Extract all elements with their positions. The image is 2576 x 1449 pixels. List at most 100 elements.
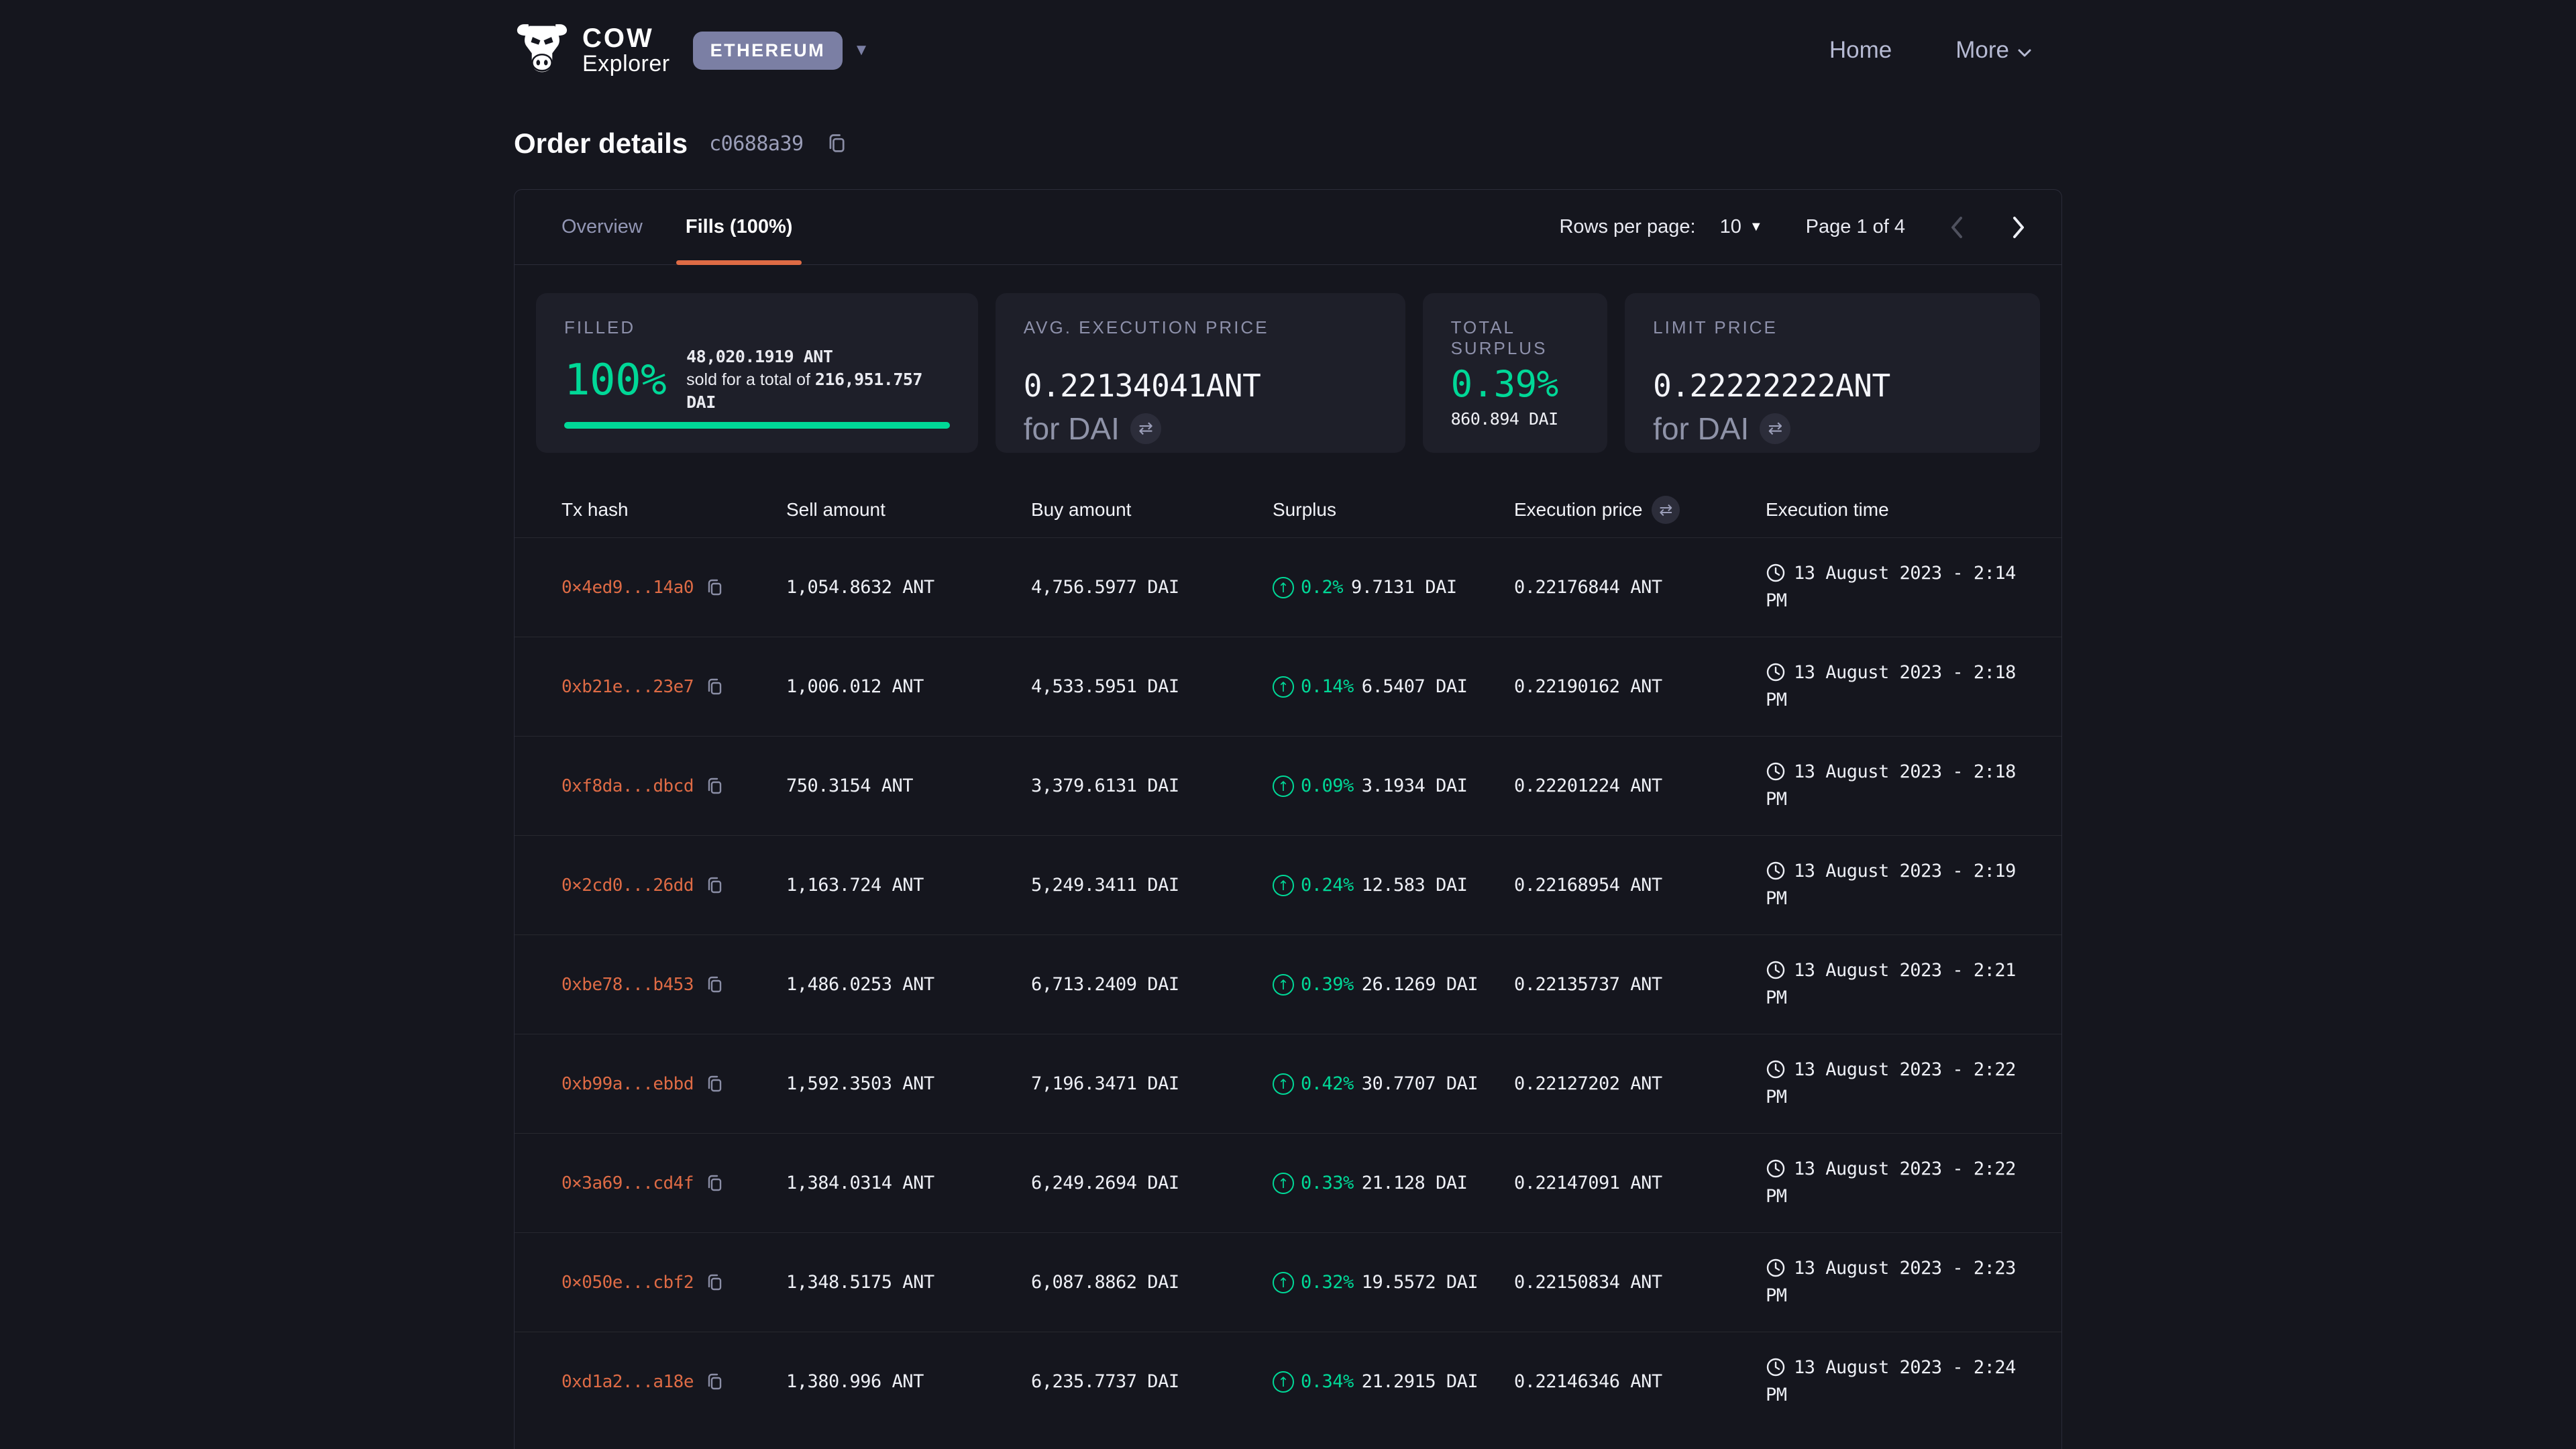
buy-amount-cell: 5,249.3411 DAI <box>1031 875 1273 896</box>
execution-price-cell: 0.22150834 ANT <box>1514 1272 1766 1293</box>
total-surplus-card: TOTAL SURPLUS 0.39% 860.894 DAI <box>1423 293 1608 453</box>
copy-tx-hash-button[interactable] <box>704 875 724 896</box>
execution-price-cell: 0.22168954 ANT <box>1514 875 1766 896</box>
tx-hash-link[interactable]: 0×3a69...cd4f <box>561 1173 694 1193</box>
surplus-percent: 0.33% <box>1301 1173 1354 1193</box>
copy-tx-hash-button[interactable] <box>704 1074 724 1094</box>
copy-tx-hash-button[interactable] <box>704 1273 724 1293</box>
fills-table-header: Tx hash Sell amount Buy amount Surplus E… <box>515 482 2061 537</box>
table-row: 0xb21e...23e7 1,006.012 ANT 4,533.5951 D… <box>515 637 2061 736</box>
table-row: 0×3a69...cd4f 1,384.0314 ANT 6,249.2694 … <box>515 1133 2061 1232</box>
avg-execution-price-value: 0.22134041ANT <box>1024 368 1377 404</box>
execution-price-cell: 0.22176844 ANT <box>1514 577 1766 598</box>
next-page-button[interactable] <box>2007 211 2031 244</box>
surplus-cell: ↑ 0.14% 6.5407 DAI <box>1273 676 1514 698</box>
surplus-cell: ↑ 0.34% 21.2915 DAI <box>1273 1371 1514 1393</box>
column-sell-amount: Sell amount <box>786 499 1031 521</box>
limit-price-unit: for DAI <box>1653 411 1749 447</box>
tx-hash-link[interactable]: 0×050e...cbf2 <box>561 1273 694 1293</box>
execution-time-text: 13 August 2023 - 2:14 PM <box>1766 563 2016 611</box>
sell-amount-cell: 1,006.012 ANT <box>786 676 1031 697</box>
copy-tx-hash-button[interactable] <box>704 776 724 796</box>
filled-percent: 100% <box>564 356 666 405</box>
copy-tx-hash-button[interactable] <box>704 578 724 598</box>
summary-cards: FILLED 100% 48,020.1919 ANT sold for a t… <box>536 293 2040 453</box>
invert-price-icon[interactable]: ⇄ <box>1760 413 1790 444</box>
network-dropdown-icon[interactable]: ▼ <box>853 41 869 60</box>
total-surplus-percent: 0.39% <box>1451 363 1580 405</box>
column-buy-amount: Buy amount <box>1031 499 1273 521</box>
execution-time-cell: 13 August 2023 - 2:22 PM <box>1766 1057 2041 1111</box>
surplus-cell: ↑ 0.32% 19.5572 DAI <box>1273 1272 1514 1293</box>
surplus-up-icon: ↑ <box>1273 1371 1294 1393</box>
copy-tx-hash-button[interactable] <box>704 975 724 995</box>
execution-price-cell: 0.22201224 ANT <box>1514 775 1766 796</box>
cow-head-icon <box>514 24 570 77</box>
page-title: Order details <box>514 127 688 160</box>
nav-home-link[interactable]: Home <box>1829 37 1892 64</box>
tx-hash-link[interactable]: 0xbe78...b453 <box>561 975 694 995</box>
surplus-up-icon: ↑ <box>1273 1073 1294 1095</box>
network-selector-badge[interactable]: ETHEREUM <box>693 32 843 70</box>
surplus-amount: 19.5572 DAI <box>1362 1272 1478 1293</box>
surplus-cell: ↑ 0.24% 12.583 DAI <box>1273 875 1514 896</box>
tab-overview[interactable]: Overview <box>561 190 643 264</box>
tab-bar: Overview Fills (100%) Rows per page: 10 … <box>515 190 2061 265</box>
execution-time-cell: 13 August 2023 - 2:19 PM <box>1766 858 2041 912</box>
rows-per-page-label: Rows per page: <box>1559 216 1695 238</box>
surplus-percent: 0.42% <box>1301 1073 1354 1094</box>
copy-tx-hash-button[interactable] <box>704 677 724 697</box>
surplus-amount: 3.1934 DAI <box>1362 775 1468 796</box>
filled-total-prefix: sold for a total of <box>686 370 815 389</box>
buy-amount-cell: 4,756.5977 DAI <box>1031 577 1273 598</box>
tx-hash-link[interactable]: 0xb21e...23e7 <box>561 677 694 697</box>
tx-hash-link[interactable]: 0×2cd0...26dd <box>561 875 694 896</box>
invert-price-icon[interactable]: ⇄ <box>1130 413 1161 444</box>
tab-fills[interactable]: Fills (100%) <box>686 190 793 264</box>
surplus-up-icon: ↑ <box>1273 1272 1294 1293</box>
avg-execution-price-label: AVG. EXECUTION PRICE <box>1024 317 1377 338</box>
page-status: Page 1 of 4 <box>1806 216 1905 238</box>
surplus-amount: 6.5407 DAI <box>1362 676 1468 697</box>
surplus-percent: 0.2% <box>1301 577 1343 598</box>
execution-price-cell: 0.22146346 ANT <box>1514 1371 1766 1392</box>
tx-hash-link[interactable]: 0xf8da...dbcd <box>561 776 694 796</box>
top-bar: COW Explorer ETHEREUM ▼ Home More <box>0 0 2576 101</box>
execution-time-cell: 13 August 2023 - 2:24 PM <box>1766 1354 2041 1409</box>
nav-more-menu[interactable]: More <box>1955 37 2032 64</box>
buy-amount-cell: 4,533.5951 DAI <box>1031 676 1273 697</box>
filled-label: FILLED <box>564 317 950 338</box>
execution-time-cell: 13 August 2023 - 2:23 PM <box>1766 1255 2041 1309</box>
chevron-down-icon <box>2017 37 2032 64</box>
filled-card: FILLED 100% 48,020.1919 ANT sold for a t… <box>536 293 978 453</box>
rows-per-page-select[interactable]: 10 ▼ <box>1720 216 1763 238</box>
invert-execution-price-icon[interactable]: ⇄ <box>1652 496 1680 524</box>
fills-table: Tx hash Sell amount Buy amount Surplus E… <box>515 482 2061 1431</box>
tx-hash-link[interactable]: 0×4ed9...14a0 <box>561 578 694 598</box>
surplus-percent: 0.34% <box>1301 1371 1354 1392</box>
cow-explorer-logo[interactable]: COW Explorer <box>514 24 670 77</box>
buy-amount-cell: 7,196.3471 DAI <box>1031 1073 1273 1094</box>
column-execution-price: Execution price ⇄ <box>1514 496 1766 524</box>
buy-amount-cell: 6,087.8862 DAI <box>1031 1272 1273 1293</box>
table-row: 0xb99a...ebbd 1,592.3503 ANT 7,196.3471 … <box>515 1034 2061 1133</box>
previous-page-button[interactable] <box>1944 211 1968 244</box>
sell-amount-cell: 1,380.996 ANT <box>786 1371 1031 1392</box>
surplus-amount: 9.7131 DAI <box>1351 577 1457 598</box>
column-execution-time: Execution time <box>1766 499 2035 521</box>
copy-tx-hash-button[interactable] <box>704 1173 724 1193</box>
tx-hash-link[interactable]: 0xd1a2...a18e <box>561 1372 694 1392</box>
clock-icon <box>1766 1059 1786 1079</box>
limit-price-card: LIMIT PRICE 0.22222222ANT for DAI ⇄ <box>1625 293 2040 453</box>
copy-order-id-button[interactable] <box>825 132 848 155</box>
surplus-amount: 12.583 DAI <box>1362 875 1468 896</box>
execution-time-cell: 13 August 2023 - 2:22 PM <box>1766 1156 2041 1210</box>
execution-price-cell: 0.22135737 ANT <box>1514 974 1766 995</box>
copy-tx-hash-button[interactable] <box>704 1372 724 1392</box>
filled-amount-sold: 48,020.1919 ANT <box>686 345 950 368</box>
clock-icon <box>1766 662 1786 682</box>
table-row: 0×2cd0...26dd 1,163.724 ANT 5,249.3411 D… <box>515 835 2061 934</box>
execution-time-text: 13 August 2023 - 2:21 PM <box>1766 960 2016 1008</box>
tx-hash-link[interactable]: 0xb99a...ebbd <box>561 1074 694 1094</box>
sell-amount-cell: 1,592.3503 ANT <box>786 1073 1031 1094</box>
